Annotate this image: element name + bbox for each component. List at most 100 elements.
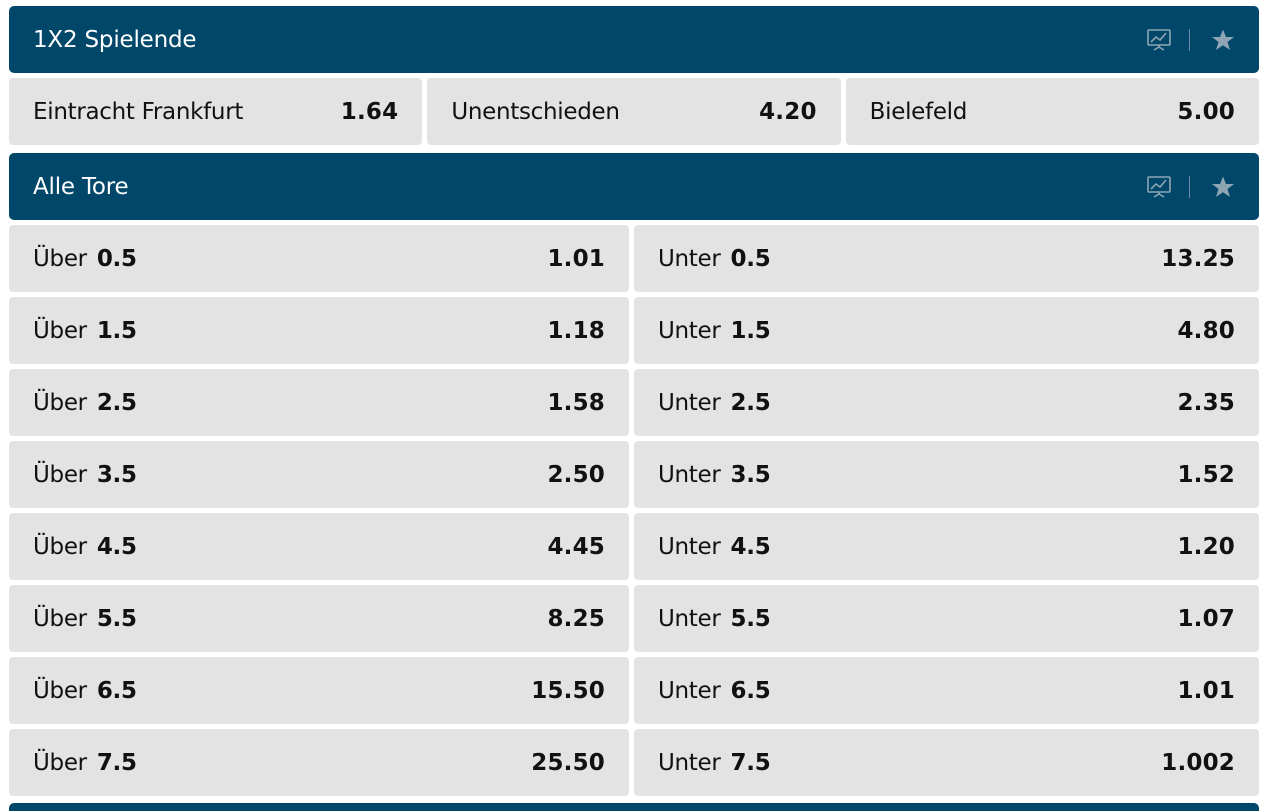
over-text: Über [33, 677, 87, 704]
odd-value: 1.07 [1177, 605, 1235, 632]
under-button[interactable]: Unter 2.5 2.35 [634, 369, 1259, 436]
under-text: Unter [658, 749, 721, 776]
over-button[interactable]: Über 0.5 1.01 [9, 225, 629, 292]
over-button[interactable]: Über 5.5 8.25 [9, 585, 629, 652]
market-title: Alle Tore [33, 173, 129, 200]
market-header-total-goals[interactable]: Alle Tore [9, 153, 1259, 220]
over-text: Über [33, 389, 87, 416]
market-header-1x2[interactable]: 1X2 Spielende [9, 6, 1259, 73]
outcome-label: Unter 2.5 [658, 389, 771, 416]
under-text: Unter [658, 533, 721, 560]
under-button[interactable]: Unter 3.5 1.52 [634, 441, 1259, 508]
over-button[interactable]: Über 3.5 2.50 [9, 441, 629, 508]
header-tools [1146, 27, 1236, 53]
odd-value: 4.45 [547, 533, 605, 560]
star-icon[interactable] [1210, 27, 1236, 53]
stats-chart-icon[interactable] [1146, 27, 1172, 53]
goal-line: 1.5 [730, 317, 771, 344]
over-text: Über [33, 533, 87, 560]
under-button[interactable]: Unter 6.5 1.01 [634, 657, 1259, 724]
odd-value: 1.64 [340, 98, 399, 125]
outcomes-1x2: Eintracht Frankfurt 1.64 Unentschieden 4… [9, 78, 1259, 145]
goal-line: 0.5 [730, 245, 771, 272]
goal-line: 7.5 [96, 749, 137, 776]
odd-value: 2.50 [547, 461, 605, 488]
odd-value: 1.18 [547, 317, 605, 344]
odd-value: 15.50 [531, 677, 605, 704]
outcome-label: Unter 4.5 [658, 533, 771, 560]
outcome-label: Über 5.5 [33, 606, 137, 632]
odd-value: 1.58 [547, 389, 605, 416]
over-button[interactable]: Über 7.5 25.50 [9, 729, 629, 796]
odd-value: 4.80 [1177, 317, 1235, 344]
under-button[interactable]: Unter 0.5 13.25 [634, 225, 1259, 292]
outcome-away-button[interactable]: Bielefeld 5.00 [845, 78, 1259, 145]
outcome-label: Unter 5.5 [658, 605, 771, 632]
over-text: Über [33, 317, 87, 344]
outcome-label: Unentschieden [451, 98, 620, 125]
market-title: 1X2 Spielende [33, 26, 197, 53]
outcome-label: Unter 6.5 [658, 677, 771, 704]
under-text: Unter [658, 317, 721, 344]
goal-line: 3.5 [730, 461, 771, 488]
under-text: Unter [658, 605, 721, 632]
outcome-label: Unter 3.5 [658, 461, 771, 488]
outcome-label: Über 3.5 [33, 462, 137, 488]
under-button[interactable]: Unter 1.5 4.80 [634, 297, 1259, 364]
outcome-label: Unter 0.5 [658, 245, 771, 272]
star-icon[interactable] [1210, 174, 1236, 200]
outcome-label: Über 6.5 [33, 678, 137, 704]
outcome-label: Über 4.5 [33, 534, 137, 560]
stats-chart-icon[interactable] [1146, 174, 1172, 200]
over-button[interactable]: Über 2.5 1.58 [9, 369, 629, 436]
divider [1189, 28, 1190, 51]
under-text: Unter [658, 677, 721, 704]
outcome-label: Unter 1.5 [658, 317, 771, 344]
odd-value: 25.50 [531, 749, 605, 776]
outcome-label: Über 1.5 [33, 318, 137, 344]
odd-value: 4.20 [759, 98, 817, 125]
goal-line: 5.5 [96, 605, 137, 632]
under-text: Unter [658, 461, 721, 488]
under-text: Unter [658, 389, 721, 416]
odd-value: 1.01 [1177, 677, 1235, 704]
outcome-label: Unter 7.5 [658, 749, 771, 776]
outcome-draw-button[interactable]: Unentschieden 4.20 [427, 78, 841, 145]
goal-line: 0.5 [96, 245, 137, 272]
divider [1189, 175, 1190, 198]
under-button[interactable]: Unter 4.5 1.20 [634, 513, 1259, 580]
goal-line: 1.5 [96, 317, 137, 344]
goal-line: 2.5 [96, 389, 137, 416]
outcome-label: Bielefeld [869, 98, 968, 125]
over-text: Über [33, 749, 87, 776]
header-tools [1146, 174, 1236, 200]
odd-value: 1.002 [1161, 749, 1235, 776]
odd-value: 2.35 [1177, 389, 1235, 416]
total-goals-grid: Über 0.5 1.01 Unter 0.5 13.25 Über 1.5 1.18 Unter… [9, 225, 1259, 796]
goal-line: 3.5 [96, 461, 137, 488]
over-button[interactable]: Über 1.5 1.18 [9, 297, 629, 364]
goal-line: 2.5 [730, 389, 771, 416]
betting-markets: 1X2 Spielende Eintracht Frankfurt 1.64 U… [9, 6, 1259, 796]
over-text: Über [33, 245, 87, 272]
goal-line: 7.5 [730, 749, 771, 776]
goal-line: 4.5 [96, 533, 137, 560]
under-button[interactable]: Unter 7.5 1.002 [634, 729, 1259, 796]
under-button[interactable]: Unter 5.5 1.07 [634, 585, 1259, 652]
odd-value: 1.52 [1177, 461, 1235, 488]
outcome-label: Über 0.5 [33, 246, 137, 272]
over-button[interactable]: Über 6.5 15.50 [9, 657, 629, 724]
goal-line: 6.5 [96, 677, 137, 704]
goal-line: 6.5 [730, 677, 771, 704]
over-text: Über [33, 461, 87, 488]
goal-line: 5.5 [730, 605, 771, 632]
goal-line: 4.5 [730, 533, 771, 560]
over-button[interactable]: Über 4.5 4.45 [9, 513, 629, 580]
under-text: Unter [658, 245, 721, 272]
outcome-label: Eintracht Frankfurt [33, 98, 244, 125]
over-text: Über [33, 605, 87, 632]
next-market-header [9, 803, 1259, 811]
odd-value: 1.01 [547, 245, 605, 272]
outcome-home-button[interactable]: Eintracht Frankfurt 1.64 [9, 78, 423, 145]
outcome-label: Über 2.5 [33, 390, 137, 416]
